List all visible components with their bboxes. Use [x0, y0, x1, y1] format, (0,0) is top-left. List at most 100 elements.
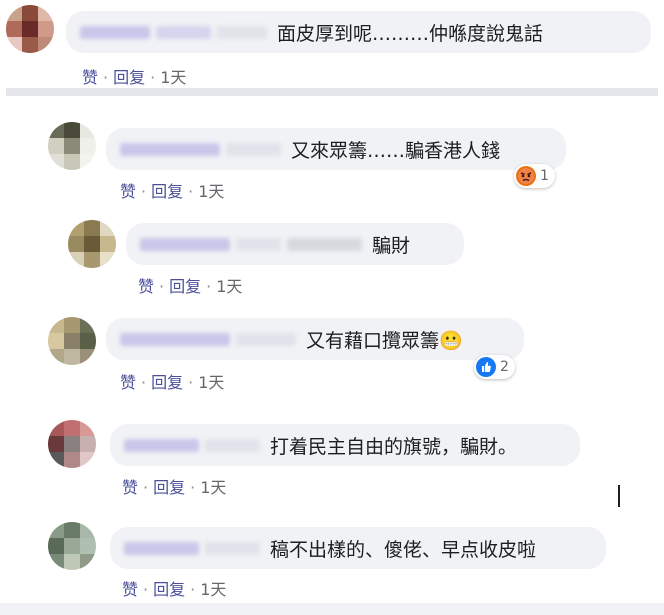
avatar-pixel	[80, 317, 96, 333]
avatar-pixel	[64, 538, 80, 554]
avatar-pixel	[100, 252, 116, 268]
avatar-pixel	[6, 5, 22, 21]
thread-divider	[6, 88, 658, 96]
avatar-pixel	[48, 349, 64, 365]
avatar-pixel	[48, 436, 64, 452]
commenter-name[interactable]	[80, 25, 267, 39]
reaction-count[interactable]: 2	[474, 355, 515, 379]
avatar-pixel	[64, 436, 80, 452]
reaction-number: 1	[540, 168, 549, 184]
reply-link[interactable]: 回复	[151, 182, 183, 201]
avatar-pixel	[80, 138, 96, 154]
avatar-pixel	[80, 554, 96, 570]
comment-bubble: 騙財	[126, 223, 464, 265]
reply-link[interactable]: 回复	[169, 277, 201, 296]
avatar-pixel	[22, 5, 38, 21]
comment-actions: 赞 · 回复 · 1天	[122, 580, 227, 599]
comment-text: 打着民主自由的旗號，騙財。	[270, 435, 518, 458]
reaction-count[interactable]: 1	[514, 164, 555, 188]
avatar-pixel	[64, 317, 80, 333]
comment-bubble: 稿不出樣的、傻佬、早点收皮啦	[110, 527, 606, 569]
like-link[interactable]: 赞	[122, 580, 138, 599]
reply-link[interactable]: 回复	[153, 580, 185, 599]
angry-reaction-icon	[516, 166, 536, 186]
avatar-pixel	[80, 522, 96, 538]
avatar-pixel	[100, 236, 116, 252]
avatar-pixel	[64, 452, 80, 468]
timestamp[interactable]: 1天	[200, 580, 226, 599]
avatar-pixel	[6, 37, 22, 53]
like-link[interactable]: 赞	[82, 68, 98, 87]
avatar-pixel	[48, 522, 64, 538]
reply-link[interactable]: 回复	[151, 373, 183, 392]
timestamp[interactable]: 1天	[160, 68, 186, 87]
avatar[interactable]	[48, 317, 96, 365]
comment-bubble: 面皮厚到呢………仲喺度說鬼話	[66, 11, 651, 53]
avatar-pixel	[22, 21, 38, 37]
avatar-pixel	[64, 333, 80, 349]
avatar-pixel	[84, 220, 100, 236]
avatar-pixel	[48, 138, 64, 154]
avatar-pixel	[80, 122, 96, 138]
avatar-pixel	[80, 452, 96, 468]
avatar-pixel	[48, 317, 64, 333]
comment-bubble: 又有藉口攬眾籌😬	[106, 318, 524, 360]
avatar-pixel	[68, 236, 84, 252]
avatar-pixel	[64, 138, 80, 154]
comment-bubble: 打着民主自由的旗號，騙財。	[110, 424, 580, 466]
comment-text: 又來眾籌……騙香港人錢	[291, 139, 501, 162]
comment-text: 面皮厚到呢………仲喺度說鬼話	[277, 22, 544, 45]
avatar-pixel	[22, 37, 38, 53]
avatar-pixel	[64, 154, 80, 170]
comment-text: 又有藉口攬眾籌😬	[306, 329, 463, 352]
avatar-pixel	[48, 420, 64, 436]
avatar[interactable]	[48, 122, 96, 170]
reaction-number: 2	[500, 359, 509, 375]
avatar-pixel	[100, 220, 116, 236]
avatar-pixel	[80, 154, 96, 170]
comment-actions: 赞 · 回复 · 1天	[82, 68, 187, 87]
avatar-pixel	[84, 252, 100, 268]
commenter-name[interactable]	[120, 332, 296, 346]
avatar-pixel	[64, 554, 80, 570]
avatar-pixel	[38, 37, 54, 53]
avatar[interactable]	[68, 220, 116, 268]
like-link[interactable]: 赞	[122, 478, 138, 497]
avatar[interactable]	[48, 420, 96, 468]
comment-text: 騙財	[372, 234, 411, 257]
commenter-name[interactable]	[120, 142, 281, 156]
like-link[interactable]: 赞	[120, 182, 136, 201]
commenter-name[interactable]	[124, 541, 260, 555]
avatar-pixel	[68, 220, 84, 236]
avatar-pixel	[48, 452, 64, 468]
avatar-pixel	[48, 333, 64, 349]
like-link[interactable]: 赞	[138, 277, 154, 296]
timestamp[interactable]: 1天	[200, 478, 226, 497]
avatar[interactable]	[6, 5, 54, 53]
avatar-pixel	[64, 349, 80, 365]
like-reaction-icon	[476, 357, 496, 377]
avatar-pixel	[6, 21, 22, 37]
like-link[interactable]: 赞	[120, 373, 136, 392]
avatar-pixel	[64, 122, 80, 138]
timestamp[interactable]: 1天	[216, 277, 242, 296]
avatar-pixel	[48, 122, 64, 138]
comment-text: 稿不出樣的、傻佬、早点收皮啦	[270, 538, 537, 561]
commenter-name[interactable]	[124, 438, 260, 452]
reply-link[interactable]: 回复	[113, 68, 145, 87]
avatar-pixel	[48, 538, 64, 554]
avatar-pixel	[80, 420, 96, 436]
avatar-pixel	[80, 349, 96, 365]
commenter-name[interactable]	[140, 237, 362, 251]
timestamp[interactable]: 1天	[198, 182, 224, 201]
comment-actions: 赞 · 回复 · 1天	[122, 478, 227, 497]
reply-link[interactable]: 回复	[153, 478, 185, 497]
comment-actions: 赞 · 回复 · 1天	[120, 373, 225, 392]
avatar[interactable]	[48, 522, 96, 570]
text-cursor	[618, 485, 620, 507]
avatar-pixel	[64, 522, 80, 538]
avatar-pixel	[80, 333, 96, 349]
timestamp[interactable]: 1天	[198, 373, 224, 392]
avatar-pixel	[48, 154, 64, 170]
avatar-pixel	[64, 420, 80, 436]
